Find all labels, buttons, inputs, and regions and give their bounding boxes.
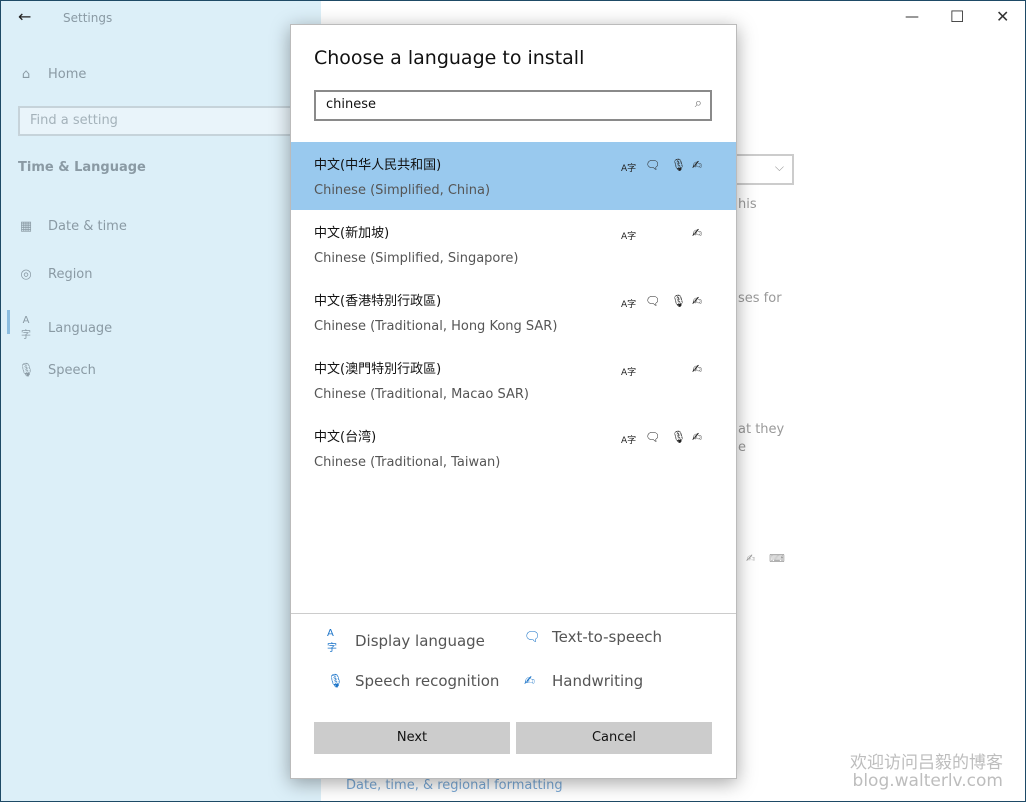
dropdown[interactable]: ⌵ (731, 154, 794, 185)
background-text: e (738, 440, 746, 455)
legend-label: Display language (355, 632, 485, 650)
display-language-icon: A字 (327, 628, 337, 654)
search-icon[interactable]: ⌕ (695, 96, 702, 111)
handwriting-icon: ✍ (692, 158, 703, 172)
maximize-button[interactable]: ☐ (950, 7, 964, 26)
language-list-item[interactable]: 中文(澳門特別行政區) Chinese (Traditional, Macao S… (291, 346, 736, 414)
language-list-item[interactable]: 中文(新加坡) Chinese (Simplified, Singapore) A字… (291, 210, 736, 278)
item-label: Region (48, 267, 93, 282)
text-to-speech-icon: 🗨︎ (645, 158, 661, 172)
sidebar: ← Settings ⌂ Home Find a setting Time & L… (1, 1, 321, 801)
item-label: Language (48, 320, 113, 336)
native-name: 中文(台湾) (314, 430, 377, 445)
language-list-item[interactable]: 中文(台湾) Chinese (Traditional, Taiwan) A字 🗨︎ 🎙… (291, 414, 736, 482)
display-language-icon: A字 (621, 300, 637, 310)
legend-speech: 🎙︎ Speech recognition (327, 672, 499, 690)
text-to-speech-icon: 🗨︎ (524, 629, 541, 645)
legend-handwriting: ✍ Handwriting (524, 672, 643, 690)
language-list-item[interactable]: 中文(中华人民共和国) Chinese (Simplified, China) A字… (291, 142, 736, 210)
back-arrow-icon[interactable]: ← (18, 7, 31, 26)
handwriting-icon: ✍ (692, 294, 703, 308)
handwriting-icon: ✍ (746, 552, 756, 565)
display-language-icon: A字 (621, 232, 637, 242)
speech-recognition-icon: 🎙︎ (671, 430, 687, 444)
speech-recognition-icon: 🎙︎ (671, 294, 687, 308)
language-install-dialog: Choose a language to install chinese ⌕ 中文… (290, 24, 737, 779)
native-name: 中文(香港特別行政區) (314, 294, 442, 309)
speech-recognition-icon: 🎙︎ (671, 158, 687, 172)
feature-icons: A字 ✍ (621, 226, 711, 244)
search-value: chinese (326, 97, 377, 112)
microphone-icon: 🎙︎ (18, 363, 35, 378)
home-icon: ⌂ (21, 67, 31, 82)
calendar-clock-icon: ▦ (19, 219, 33, 234)
sidebar-item-date-time[interactable]: ▦ Date & time (18, 219, 127, 234)
cancel-button[interactable]: Cancel (516, 722, 712, 754)
background-text: his (738, 197, 757, 212)
language-name: Chinese (Simplified, Singapore) (314, 251, 519, 266)
regional-formatting-link[interactable]: Date, time, & regional formatting (346, 778, 563, 793)
handwriting-icon: ✍ (524, 673, 535, 689)
native-name: 中文(新加坡) (314, 226, 390, 241)
sidebar-item-region[interactable]: ◎ Region (18, 267, 93, 282)
legend-label: Speech recognition (355, 672, 500, 690)
next-button[interactable]: Next (314, 722, 510, 754)
display-language-icon: A字 (621, 368, 637, 378)
feature-icons: A字 ✍ (621, 362, 711, 380)
native-name: 中文(中华人民共和国) (314, 158, 442, 173)
display-language-icon: A字 (621, 436, 637, 446)
legend-label: Text-to-speech (552, 628, 663, 646)
language-list-item[interactable]: 中文(香港特別行政區) Chinese (Traditional, Hong Ko… (291, 278, 736, 346)
home-label: Home (48, 67, 87, 82)
selection-indicator (7, 310, 10, 334)
feature-icons: A字 🗨︎ 🎙︎ ✍ (621, 294, 711, 312)
background-text: ses for (738, 291, 782, 306)
language-name: Chinese (Traditional, Macao SAR) (314, 387, 529, 402)
window-title: Settings (63, 11, 113, 25)
divider (291, 613, 736, 614)
handwriting-icon: ✍ (692, 226, 703, 240)
sidebar-item-home[interactable]: ⌂ Home (18, 67, 87, 82)
watermark-line2: blog.walterlv.com (852, 771, 1003, 791)
language-name: Chinese (Traditional, Hong Kong SAR) (314, 319, 558, 334)
dialog-title: Choose a language to install (314, 47, 585, 69)
globe-icon: ◎ (20, 267, 32, 282)
find-setting-input[interactable]: Find a setting (18, 106, 308, 136)
language-name: Chinese (Simplified, China) (314, 183, 491, 198)
sidebar-item-speech[interactable]: 🎙︎ Speech (18, 363, 96, 378)
display-language-icon: A字 (621, 164, 637, 174)
text-to-speech-icon: 🗨︎ (645, 430, 661, 444)
legend-label: Handwriting (552, 672, 644, 690)
speech-recognition-icon: 🎙︎ (327, 673, 344, 689)
close-button[interactable]: ✕ (996, 7, 1009, 26)
item-label: Speech (48, 363, 96, 378)
language-icon: A字 (21, 315, 31, 341)
minimize-button[interactable]: — (905, 9, 919, 25)
chevron-down-icon: ⌵ (774, 160, 784, 174)
section-heading: Time & Language (18, 160, 146, 175)
background-text: at they (738, 422, 785, 437)
search-placeholder: Find a setting (30, 113, 118, 128)
handwriting-icon: ✍ (692, 430, 703, 444)
item-label: Date & time (48, 219, 127, 234)
watermark-line1: 欢迎访问吕毅的博客 (850, 753, 1003, 773)
language-name: Chinese (Traditional, Taiwan) (314, 455, 501, 470)
sidebar-item-language[interactable]: A字 Language (18, 315, 112, 341)
keyboard-icon: ⌨ (769, 552, 785, 565)
language-search-input[interactable]: chinese ⌕ (314, 90, 712, 121)
feature-icons: A字 🗨︎ 🎙︎ ✍ (621, 158, 711, 176)
text-to-speech-icon: 🗨︎ (645, 294, 661, 308)
native-name: 中文(澳門特別行政區) (314, 362, 442, 377)
legend-tts: 🗨︎ Text-to-speech (524, 628, 662, 646)
legend-display-language: A字 Display language (327, 628, 485, 654)
handwriting-icon: ✍ (692, 362, 703, 376)
feature-icons: A字 🗨︎ 🎙︎ ✍ (621, 430, 711, 448)
